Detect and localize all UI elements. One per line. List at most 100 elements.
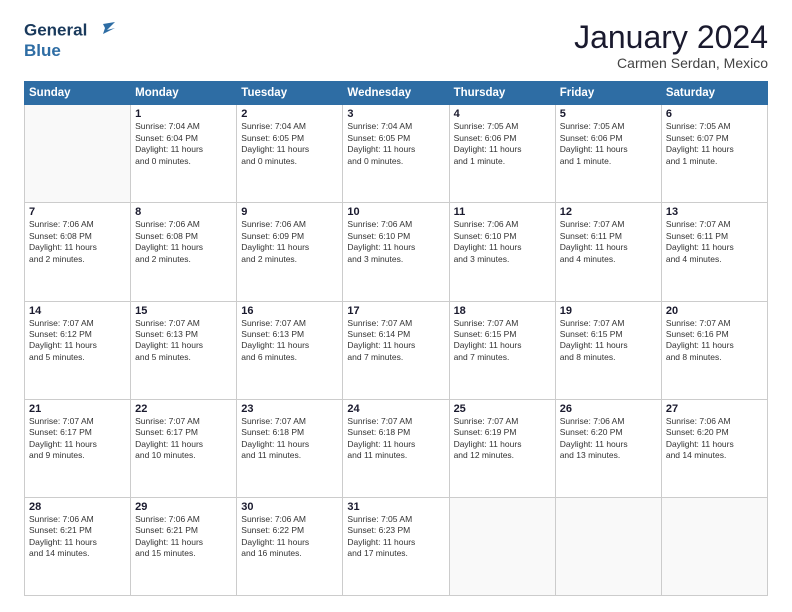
day-info: Sunrise: 7:07 AM Sunset: 6:19 PM Dayligh…	[454, 416, 551, 462]
table-row	[555, 497, 661, 595]
day-number: 22	[135, 403, 232, 415]
table-row	[449, 497, 555, 595]
table-row: 3Sunrise: 7:04 AM Sunset: 6:05 PM Daylig…	[343, 105, 449, 203]
table-row: 14Sunrise: 7:07 AM Sunset: 6:12 PM Dayli…	[25, 301, 131, 399]
col-friday: Friday	[555, 82, 661, 105]
calendar-week-row: 28Sunrise: 7:06 AM Sunset: 6:21 PM Dayli…	[25, 497, 768, 595]
day-info: Sunrise: 7:07 AM Sunset: 6:17 PM Dayligh…	[135, 416, 232, 462]
day-number: 10	[347, 206, 444, 218]
table-row: 10Sunrise: 7:06 AM Sunset: 6:10 PM Dayli…	[343, 203, 449, 301]
day-info: Sunrise: 7:07 AM Sunset: 6:18 PM Dayligh…	[241, 416, 338, 462]
day-number: 19	[560, 305, 657, 317]
table-row: 19Sunrise: 7:07 AM Sunset: 6:15 PM Dayli…	[555, 301, 661, 399]
table-row: 30Sunrise: 7:06 AM Sunset: 6:22 PM Dayli…	[237, 497, 343, 595]
day-number: 6	[666, 108, 763, 120]
day-info: Sunrise: 7:06 AM Sunset: 6:10 PM Dayligh…	[454, 219, 551, 265]
day-number: 31	[347, 501, 444, 513]
day-number: 7	[29, 206, 126, 218]
day-info: Sunrise: 7:06 AM Sunset: 6:21 PM Dayligh…	[29, 514, 126, 560]
table-row: 12Sunrise: 7:07 AM Sunset: 6:11 PM Dayli…	[555, 203, 661, 301]
col-saturday: Saturday	[661, 82, 767, 105]
day-number: 27	[666, 403, 763, 415]
day-info: Sunrise: 7:07 AM Sunset: 6:14 PM Dayligh…	[347, 318, 444, 364]
table-row: 29Sunrise: 7:06 AM Sunset: 6:21 PM Dayli…	[131, 497, 237, 595]
calendar-week-row: 7Sunrise: 7:06 AM Sunset: 6:08 PM Daylig…	[25, 203, 768, 301]
day-info: Sunrise: 7:07 AM Sunset: 6:11 PM Dayligh…	[560, 219, 657, 265]
day-number: 21	[29, 403, 126, 415]
table-row: 31Sunrise: 7:05 AM Sunset: 6:23 PM Dayli…	[343, 497, 449, 595]
day-info: Sunrise: 7:06 AM Sunset: 6:10 PM Dayligh…	[347, 219, 444, 265]
day-number: 24	[347, 403, 444, 415]
day-number: 1	[135, 108, 232, 120]
table-row: 28Sunrise: 7:06 AM Sunset: 6:21 PM Dayli…	[25, 497, 131, 595]
day-info: Sunrise: 7:07 AM Sunset: 6:16 PM Dayligh…	[666, 318, 763, 364]
day-number: 20	[666, 305, 763, 317]
table-row: 17Sunrise: 7:07 AM Sunset: 6:14 PM Dayli…	[343, 301, 449, 399]
day-info: Sunrise: 7:06 AM Sunset: 6:22 PM Dayligh…	[241, 514, 338, 560]
day-number: 2	[241, 108, 338, 120]
table-row: 1Sunrise: 7:04 AM Sunset: 6:04 PM Daylig…	[131, 105, 237, 203]
day-number: 30	[241, 501, 338, 513]
day-number: 8	[135, 206, 232, 218]
table-row: 6Sunrise: 7:05 AM Sunset: 6:07 PM Daylig…	[661, 105, 767, 203]
day-info: Sunrise: 7:07 AM Sunset: 6:15 PM Dayligh…	[454, 318, 551, 364]
logo-blue: Blue	[24, 42, 115, 61]
table-row: 16Sunrise: 7:07 AM Sunset: 6:13 PM Dayli…	[237, 301, 343, 399]
table-row: 11Sunrise: 7:06 AM Sunset: 6:10 PM Dayli…	[449, 203, 555, 301]
table-row: 27Sunrise: 7:06 AM Sunset: 6:20 PM Dayli…	[661, 399, 767, 497]
day-number: 13	[666, 206, 763, 218]
day-info: Sunrise: 7:07 AM Sunset: 6:11 PM Dayligh…	[666, 219, 763, 265]
day-info: Sunrise: 7:05 AM Sunset: 6:23 PM Dayligh…	[347, 514, 444, 560]
day-info: Sunrise: 7:06 AM Sunset: 6:20 PM Dayligh…	[666, 416, 763, 462]
title-area: January 2024 Carmen Serdan, Mexico	[574, 20, 768, 71]
table-row: 18Sunrise: 7:07 AM Sunset: 6:15 PM Dayli…	[449, 301, 555, 399]
calendar-header-row: Sunday Monday Tuesday Wednesday Thursday…	[25, 82, 768, 105]
day-number: 17	[347, 305, 444, 317]
location-subtitle: Carmen Serdan, Mexico	[574, 55, 768, 71]
day-info: Sunrise: 7:07 AM Sunset: 6:15 PM Dayligh…	[560, 318, 657, 364]
table-row: 13Sunrise: 7:07 AM Sunset: 6:11 PM Dayli…	[661, 203, 767, 301]
table-row: 15Sunrise: 7:07 AM Sunset: 6:13 PM Dayli…	[131, 301, 237, 399]
day-number: 16	[241, 305, 338, 317]
table-row: 7Sunrise: 7:06 AM Sunset: 6:08 PM Daylig…	[25, 203, 131, 301]
day-number: 11	[454, 206, 551, 218]
day-number: 4	[454, 108, 551, 120]
day-info: Sunrise: 7:06 AM Sunset: 6:20 PM Dayligh…	[560, 416, 657, 462]
day-number: 29	[135, 501, 232, 513]
logo-general: General	[24, 20, 87, 39]
day-info: Sunrise: 7:05 AM Sunset: 6:06 PM Dayligh…	[560, 121, 657, 167]
table-row: 25Sunrise: 7:07 AM Sunset: 6:19 PM Dayli…	[449, 399, 555, 497]
col-monday: Monday	[131, 82, 237, 105]
day-number: 9	[241, 206, 338, 218]
day-number: 12	[560, 206, 657, 218]
day-number: 5	[560, 108, 657, 120]
day-info: Sunrise: 7:06 AM Sunset: 6:21 PM Dayligh…	[135, 514, 232, 560]
table-row	[661, 497, 767, 595]
table-row: 24Sunrise: 7:07 AM Sunset: 6:18 PM Dayli…	[343, 399, 449, 497]
logo-bird-icon	[93, 20, 115, 42]
col-tuesday: Tuesday	[237, 82, 343, 105]
table-row: 9Sunrise: 7:06 AM Sunset: 6:09 PM Daylig…	[237, 203, 343, 301]
month-title: January 2024	[574, 20, 768, 55]
day-info: Sunrise: 7:04 AM Sunset: 6:05 PM Dayligh…	[347, 121, 444, 167]
calendar-week-row: 21 Sunrise: 7:07 AM Sunset: 6:17 PM Dayli…	[25, 399, 768, 497]
col-sunday: Sunday	[25, 82, 131, 105]
calendar-week-row: 1Sunrise: 7:04 AM Sunset: 6:04 PM Daylig…	[25, 105, 768, 203]
table-row: 22Sunrise: 7:07 AM Sunset: 6:17 PM Dayli…	[131, 399, 237, 497]
col-wednesday: Wednesday	[343, 82, 449, 105]
calendar-week-row: 14Sunrise: 7:07 AM Sunset: 6:12 PM Dayli…	[25, 301, 768, 399]
day-info: Sunrise: 7:07 AM Sunset: 6:13 PM Dayligh…	[241, 318, 338, 364]
col-thursday: Thursday	[449, 82, 555, 105]
table-row: 4Sunrise: 7:05 AM Sunset: 6:06 PM Daylig…	[449, 105, 555, 203]
day-info: Sunrise: 7:07 AM Sunset: 6:18 PM Dayligh…	[347, 416, 444, 462]
table-row	[25, 105, 131, 203]
day-info: Sunrise: 7:06 AM Sunset: 6:09 PM Dayligh…	[241, 219, 338, 265]
day-number: 14	[29, 305, 126, 317]
day-info: Sunrise: 7:06 AM Sunset: 6:08 PM Dayligh…	[29, 219, 126, 265]
day-number: 23	[241, 403, 338, 415]
day-number: 25	[454, 403, 551, 415]
table-row: 5Sunrise: 7:05 AM Sunset: 6:06 PM Daylig…	[555, 105, 661, 203]
day-number: 3	[347, 108, 444, 120]
logo: General Blue	[24, 20, 115, 61]
day-number: 26	[560, 403, 657, 415]
